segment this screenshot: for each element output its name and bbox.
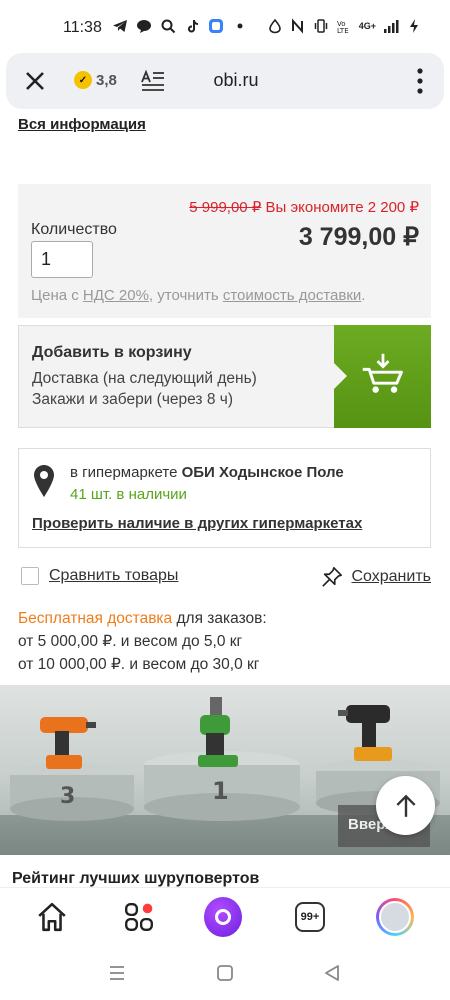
- status-time: 11:38: [63, 19, 102, 36]
- free-delivery-suffix: для заказов:: [172, 610, 267, 627]
- quantity-label: Количество: [31, 221, 117, 238]
- delivery-option: Доставка (на следующий день): [32, 370, 257, 387]
- store-title: ОБИ Ходынское Поле: [181, 464, 344, 481]
- battery-charging-icon: [410, 19, 418, 33]
- vat-link[interactable]: НДС 20%: [83, 287, 149, 304]
- back-icon[interactable]: [322, 963, 342, 983]
- compare-checkbox[interactable]: [21, 567, 39, 585]
- old-price-line: 5 999,00 ₽ Вы экономите 2 200 ₽: [189, 198, 419, 216]
- recent-apps-icon[interactable]: [107, 963, 127, 983]
- tabs-button[interactable]: 99+: [291, 898, 329, 936]
- svg-text:1: 1: [212, 777, 229, 805]
- reader-mode-icon[interactable]: [141, 70, 165, 92]
- url-domain[interactable]: obi.ru: [196, 70, 276, 91]
- savings: Вы экономите 2 200 ₽: [265, 199, 419, 216]
- quantity-input[interactable]: [31, 241, 93, 278]
- store-name: в гипермаркете ОБИ Ходынское Поле: [70, 464, 344, 481]
- more-menu-icon[interactable]: [416, 67, 424, 95]
- search-icon: [161, 19, 176, 34]
- add-to-cart-button[interactable]: [333, 325, 431, 428]
- services-button[interactable]: [120, 898, 158, 936]
- services-grid-icon: [125, 903, 153, 931]
- store-prefix: в гипермаркете: [70, 464, 182, 481]
- location-pin-icon: [34, 465, 54, 497]
- add-to-cart-title: Добавить в корзину: [32, 344, 192, 361]
- alice-assistant-button[interactable]: [204, 897, 242, 937]
- add-to-cart-box[interactable]: Добавить в корзину Доставка (на следующи…: [18, 325, 431, 428]
- arrow-up-icon: [395, 794, 416, 817]
- old-price: 5 999,00 ₽: [189, 199, 262, 216]
- all-info-link[interactable]: Вся информация: [18, 116, 146, 133]
- tabs-count: 99+: [295, 902, 325, 932]
- close-icon[interactable]: [22, 68, 48, 94]
- compare-products[interactable]: Сравнить товары: [21, 567, 178, 585]
- vibrate-icon: [314, 19, 327, 33]
- free-delivery-link[interactable]: Бесплатная доставка: [18, 610, 172, 627]
- home-button[interactable]: [33, 898, 71, 936]
- svg-text:3: 3: [60, 784, 75, 809]
- notification-icons: [112, 18, 248, 34]
- pin-icon: [322, 567, 343, 587]
- home-nav-icon[interactable]: [215, 963, 235, 983]
- save-label[interactable]: Сохранить: [351, 568, 431, 586]
- store-availability: в гипермаркете ОБИ Ходынское Поле 41 шт.…: [18, 448, 431, 548]
- check-other-stores-link[interactable]: Проверить наличие в других гипермаркетах: [32, 515, 362, 532]
- delivery-cost-link[interactable]: стоимость доставки: [223, 287, 361, 304]
- delivery-threshold-2: от 10 000,00 ₽. и весом до 30,0 кг: [18, 656, 260, 673]
- dot-icon: [237, 23, 243, 29]
- status-bar: 11:38 Vo LTE 4G+: [0, 0, 450, 50]
- save-action[interactable]: Сохранить: [321, 566, 431, 588]
- svg-text:LTE: LTE: [337, 27, 349, 34]
- vat-note: Цена с НДС 20%, уточнить стоимость доста…: [31, 287, 365, 304]
- system-nav-bar: [0, 945, 450, 1000]
- drop-icon: [268, 18, 281, 34]
- delivery-threshold-1: от 5 000,00 ₽. и весом до 5,0 кг: [18, 633, 243, 650]
- vat-suffix: .: [361, 287, 366, 304]
- site-rating[interactable]: ✓ 3,8: [74, 71, 117, 89]
- button-notch: [333, 362, 347, 390]
- system-icons: Vo LTE 4G+: [267, 18, 422, 34]
- scroll-to-top-button[interactable]: [376, 776, 435, 835]
- vat-prefix: Цена с: [31, 287, 83, 304]
- rating-value: 3,8: [96, 71, 117, 89]
- home-icon: [38, 902, 66, 932]
- telegram-icon: [113, 20, 127, 32]
- compare-label[interactable]: Сравнить товары: [49, 567, 178, 585]
- free-delivery-info: Бесплатная доставка для заказов: от 5 00…: [18, 607, 267, 676]
- signal-icon: [384, 20, 399, 33]
- banner-title[interactable]: Рейтинг лучших шуруповертов: [12, 870, 259, 888]
- stock-status: 41 шт. в наличии: [70, 486, 187, 503]
- browser-bottom-bar: 99+: [0, 887, 450, 945]
- vat-middle: , уточнить: [148, 287, 223, 304]
- alice-icon: [204, 897, 242, 937]
- rating-icon: ✓: [74, 71, 92, 89]
- cart-add-icon: [362, 353, 403, 393]
- avatar: [376, 898, 414, 936]
- pickup-option: Закажи и забери (через 8 ч): [32, 391, 233, 408]
- volte-icon: VoLTE: [337, 20, 349, 34]
- free-delivery-heading: Бесплатная доставка для заказов:: [18, 607, 267, 630]
- app-icon: [209, 19, 223, 33]
- profile-button[interactable]: [376, 898, 414, 936]
- network-type: 4G+: [358, 21, 376, 31]
- nfc-icon: [291, 18, 303, 34]
- current-price: 3 799,00 ₽: [298, 223, 419, 251]
- browser-url-bar: ✓ 3,8 obi.ru: [6, 53, 444, 109]
- tiktok-icon: [188, 20, 198, 33]
- alice-ring: [215, 909, 231, 925]
- avatar-image: [379, 901, 411, 933]
- price-box: 5 999,00 ₽ Вы экономите 2 200 ₽ Количест…: [18, 184, 431, 318]
- chat-icon: [137, 20, 151, 33]
